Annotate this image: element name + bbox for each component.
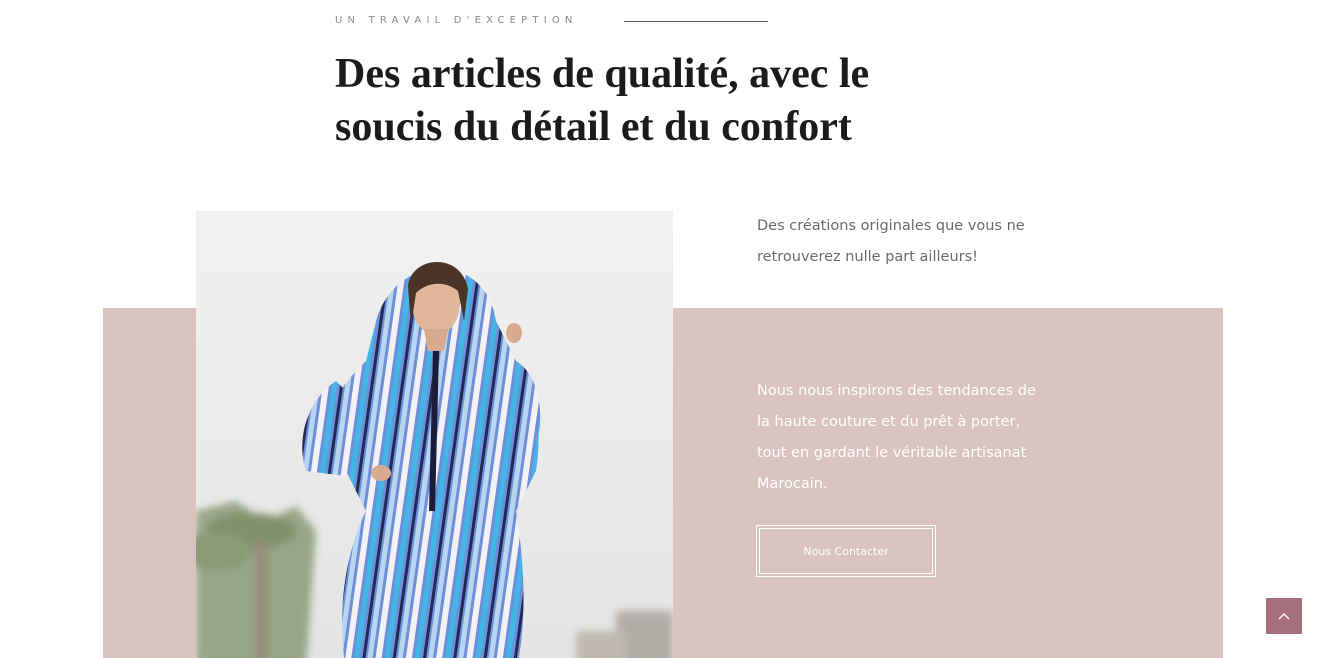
section-heading: Des articles de qualité, avec le soucis …	[335, 51, 870, 150]
intro-text: Des créations originales que vous ne ret…	[757, 218, 1025, 265]
description-text: Nous nous inspirons des tendances de la …	[757, 383, 1036, 492]
section-eyebrow: UN TRAVAIL D'EXCEPTION	[335, 15, 578, 26]
page: UN TRAVAIL D'EXCEPTION Des articles de q…	[0, 0, 1326, 658]
back-to-top-button[interactable]	[1266, 598, 1302, 634]
chevron-up-icon	[1278, 613, 1290, 620]
eyebrow-divider	[624, 21, 768, 22]
contact-button-label: Nous Contacter	[759, 528, 933, 574]
model-photo	[196, 211, 673, 658]
contact-button[interactable]: Nous Contacter	[756, 525, 936, 577]
